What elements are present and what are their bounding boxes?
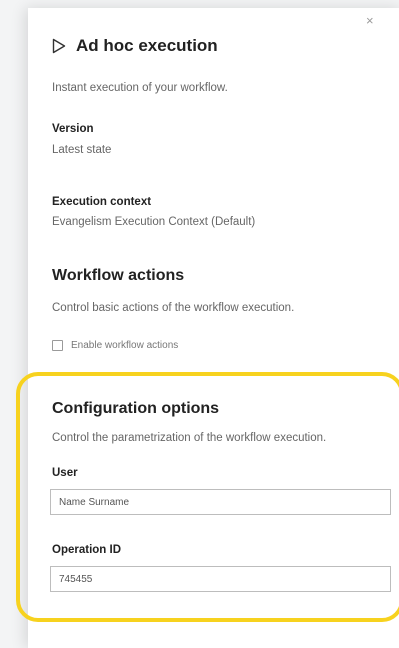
enable-workflow-actions-row[interactable]: Enable workflow actions: [52, 340, 178, 351]
enable-workflow-actions-checkbox[interactable]: [52, 340, 63, 351]
execution-context-value: Evangelism Execution Context (Default): [52, 216, 256, 228]
panel-title: Ad hoc execution: [76, 36, 218, 55]
workflow-actions-title: Workflow actions: [52, 267, 185, 284]
configuration-options-title: Configuration options: [52, 400, 220, 417]
configuration-options-description: Control the parametrization of the workf…: [52, 432, 327, 444]
panel-description: Instant execution of your workflow.: [52, 82, 228, 94]
user-label: User: [52, 467, 78, 479]
workflow-actions-description: Control basic actions of the workflow ex…: [52, 302, 295, 314]
execution-context-label: Execution context: [52, 196, 152, 208]
close-icon[interactable]: ×: [366, 14, 374, 27]
version-label: Version: [52, 123, 94, 135]
user-input[interactable]: [50, 489, 391, 515]
version-value: Latest state: [52, 144, 112, 156]
panel-header: Ad hoc execution: [52, 34, 218, 58]
operation-id-input[interactable]: [50, 566, 391, 592]
operation-id-label: Operation ID: [52, 544, 122, 556]
play-icon: [52, 38, 66, 54]
enable-workflow-actions-label[interactable]: Enable workflow actions: [71, 340, 178, 351]
